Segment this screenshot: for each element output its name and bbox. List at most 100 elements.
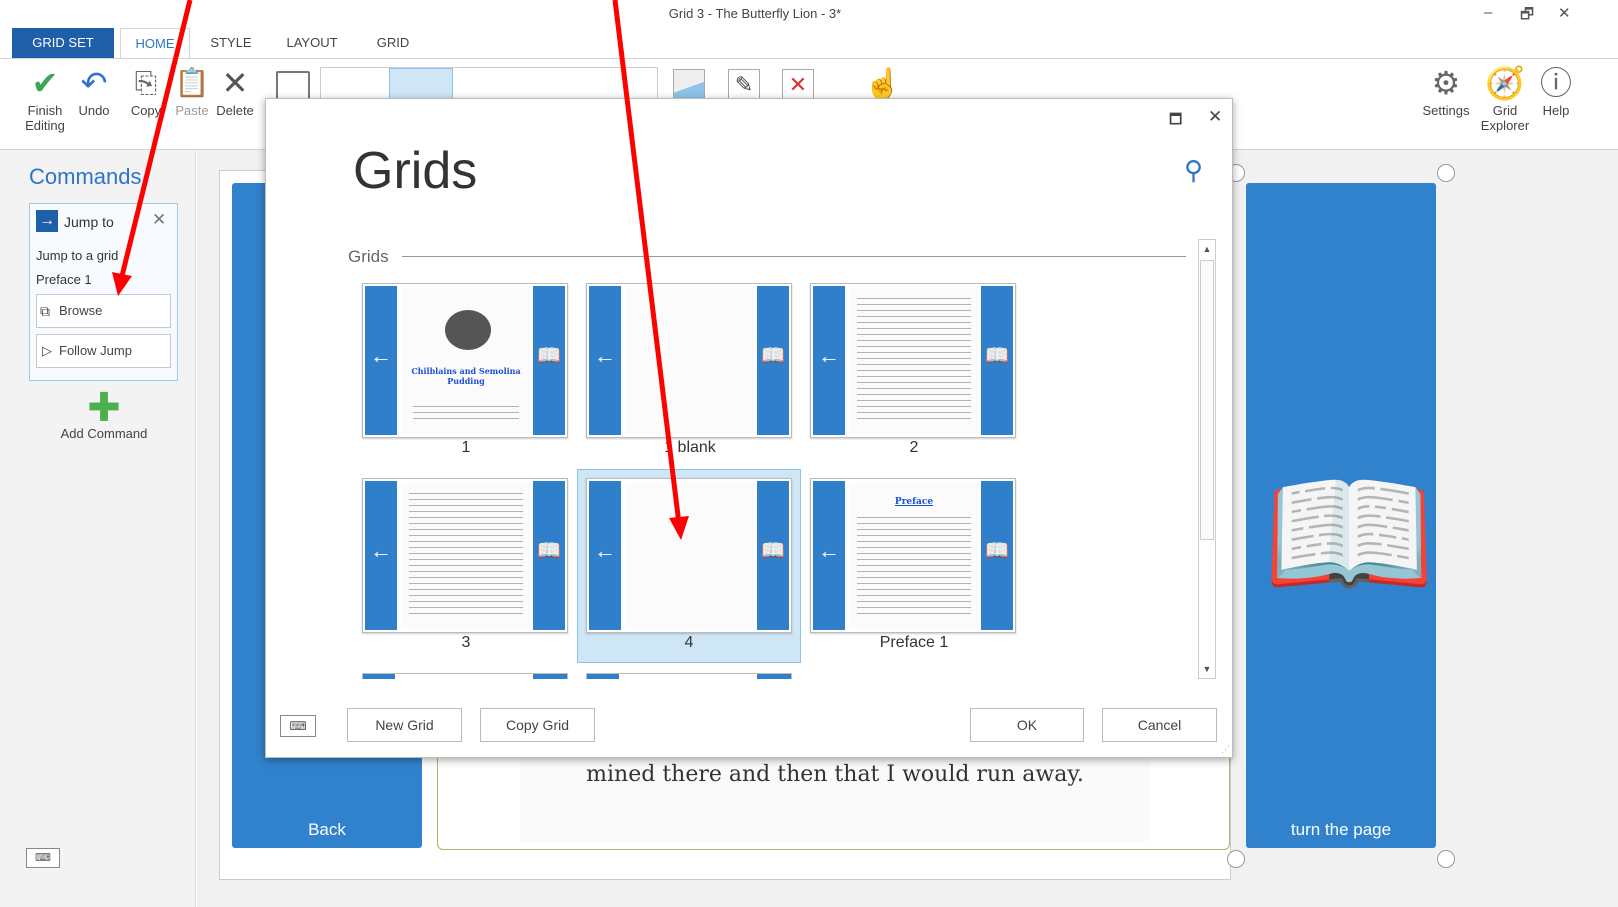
compass-icon: 🧭 — [1485, 65, 1525, 101]
tab-home[interactable]: HOME — [120, 28, 190, 58]
picture-icon[interactable] — [673, 69, 705, 101]
resize-grip-icon[interactable]: ⋰ — [1221, 744, 1230, 755]
book-icon: 📖 — [757, 481, 789, 630]
grids-dialog: 🗖 ✕ Grids ⚲ Grids ▲ ▼ ← Chilblains and S… — [265, 98, 1233, 758]
back-arrow-icon: ← — [365, 481, 397, 630]
grid-thumbnail: ← 📖 — [586, 283, 792, 438]
turn-page-label: turn the page — [1290, 820, 1392, 839]
turn-page-cell[interactable]: 📖 turn the page — [1246, 183, 1436, 848]
delete-x-icon: ✕ — [221, 65, 249, 101]
help-icon: ⓘ — [1539, 65, 1572, 101]
delete-label: Delete — [216, 103, 254, 118]
copy-button[interactable]: ⎘ Copy — [124, 65, 168, 118]
help-button[interactable]: ⓘ Help — [1536, 65, 1576, 118]
page-heading: Chilblains and Semolina Pudding — [411, 366, 521, 386]
resize-handle[interactable] — [1437, 850, 1455, 868]
delete-button[interactable]: ✕ Delete — [210, 65, 260, 118]
page-preview — [849, 288, 979, 434]
resize-handle[interactable] — [1437, 164, 1455, 182]
follow-jump-label: Follow Jump — [59, 343, 132, 358]
section-label: Grids — [348, 247, 389, 266]
back-label: Back — [308, 820, 346, 839]
paste-button[interactable]: 📋 Paste — [170, 65, 214, 118]
grid-tile-3[interactable]: ← 📖 3 — [354, 470, 578, 664]
back-arrow-icon: ← — [813, 481, 845, 630]
ok-button[interactable]: OK — [970, 708, 1084, 742]
section-divider — [402, 256, 1186, 257]
tab-style[interactable]: STYLE — [200, 28, 262, 58]
grid-tile-2[interactable]: ← 📖 2 — [802, 275, 1026, 469]
grid-tile-label: 2 — [909, 439, 919, 456]
back-arrow-icon: ← — [813, 286, 845, 435]
grid-tile-partial[interactable] — [586, 673, 792, 679]
page-text-lines — [413, 406, 519, 422]
page-heading: Preface — [894, 497, 934, 507]
keyboard-icon[interactable]: ⌨ — [280, 715, 316, 737]
restore-icon[interactable]: 🗗 — [1520, 4, 1534, 29]
command-name: Jump to — [64, 214, 114, 230]
title-bar: Grid 3 - The Butterfly Lion - 3* – 🗗 ✕ — [0, 0, 1618, 28]
cell-layout-icon[interactable] — [276, 71, 310, 101]
tab-grid[interactable]: GRID — [364, 28, 422, 58]
jump-arrow-icon: → — [36, 210, 58, 232]
settings-button[interactable]: ⚙ Settings — [1418, 65, 1474, 118]
scroll-up-icon[interactable]: ▲ — [1199, 240, 1215, 258]
close-icon[interactable]: ✕ — [1558, 4, 1571, 22]
book-icon: 📖 — [757, 286, 789, 435]
dialog-title: Grids — [353, 142, 478, 200]
jump-to-command-card: → Jump to ✕ Jump to a grid Preface 1 ⧉ B… — [29, 203, 178, 381]
back-arrow-icon: ← — [589, 286, 621, 435]
search-icon[interactable]: ⚲ — [1184, 155, 1203, 186]
book-icon: 📖 — [1262, 455, 1437, 612]
add-command-button[interactable]: ✚ Add Command — [60, 388, 148, 442]
page-text-cell[interactable]: mined there and then that I would run aw… — [437, 750, 1230, 850]
paste-label: Paste — [175, 103, 209, 118]
remove-cell-icon[interactable]: ✕ — [782, 69, 814, 101]
page-text: mined there and then that I would run aw… — [520, 751, 1150, 841]
undo-button[interactable]: ↶ Undo — [74, 65, 114, 118]
cancel-button[interactable]: Cancel — [1102, 708, 1217, 742]
page-text-lines — [409, 493, 523, 619]
finish-editing-button[interactable]: ✔ Finish Editing — [18, 65, 72, 133]
scroll-thumb[interactable] — [1200, 260, 1214, 540]
page-preview — [401, 483, 531, 629]
page-preview: Chilblains and Semolina Pudding — [401, 288, 531, 434]
tab-grid-set[interactable]: GRID SET — [12, 28, 114, 58]
follow-jump-button[interactable]: ▷ Follow Jump — [36, 334, 171, 368]
undo-label: Undo — [78, 103, 110, 118]
touch-icon[interactable]: ☝ — [864, 67, 901, 102]
page-preview — [625, 483, 755, 629]
gear-icon: ⚙ — [1431, 65, 1461, 101]
page-preview: Preface — [849, 483, 979, 629]
grid-tile-1[interactable]: ← Chilblains and Semolina Pudding 📖 1 — [354, 275, 578, 469]
back-arrow-icon: ← — [365, 286, 397, 435]
resize-handle[interactable] — [1227, 850, 1245, 868]
checkmark-icon: ✔ — [31, 65, 59, 101]
book-icon: 📖 — [981, 286, 1013, 435]
grid-tile-preface-1[interactable]: ← Preface 📖 Preface 1 — [802, 470, 1026, 664]
grid-tile-label: 3 — [461, 634, 471, 651]
undo-icon: ↶ — [80, 65, 108, 101]
grid-tile-partial[interactable] — [362, 673, 568, 679]
grid-tile-label: 4 — [684, 634, 694, 651]
jump-target: Preface 1 — [36, 272, 92, 287]
grid-tile-1-blank[interactable]: ← 📖 1 blank — [578, 275, 802, 469]
illustration-icon — [445, 310, 491, 350]
book-icon: 📖 — [981, 481, 1013, 630]
tab-layout[interactable]: LAYOUT — [276, 28, 348, 58]
scroll-down-icon[interactable]: ▼ — [1199, 660, 1215, 678]
remove-command-icon[interactable]: ✕ — [152, 210, 166, 230]
browse-button[interactable]: ⧉ Browse — [36, 294, 171, 328]
new-grid-button[interactable]: New Grid — [347, 708, 462, 742]
scrollbar[interactable]: ▲ ▼ — [1198, 239, 1216, 679]
grid-explorer-button[interactable]: 🧭 Grid Explorer — [1476, 65, 1534, 133]
grid-tile-4-selected[interactable]: ← 📖 4 — [577, 469, 801, 663]
maximize-icon[interactable]: 🗖 — [1169, 109, 1182, 133]
book-icon: 📖 — [533, 286, 565, 435]
minimize-icon[interactable]: – — [1484, 4, 1492, 21]
page-preview — [625, 288, 755, 434]
edit-pencil-icon[interactable]: ✎ — [728, 69, 760, 101]
keyboard-icon[interactable]: ⌨ — [26, 848, 60, 868]
copy-grid-button[interactable]: Copy Grid — [480, 708, 595, 742]
dialog-close-icon[interactable]: ✕ — [1208, 107, 1222, 127]
